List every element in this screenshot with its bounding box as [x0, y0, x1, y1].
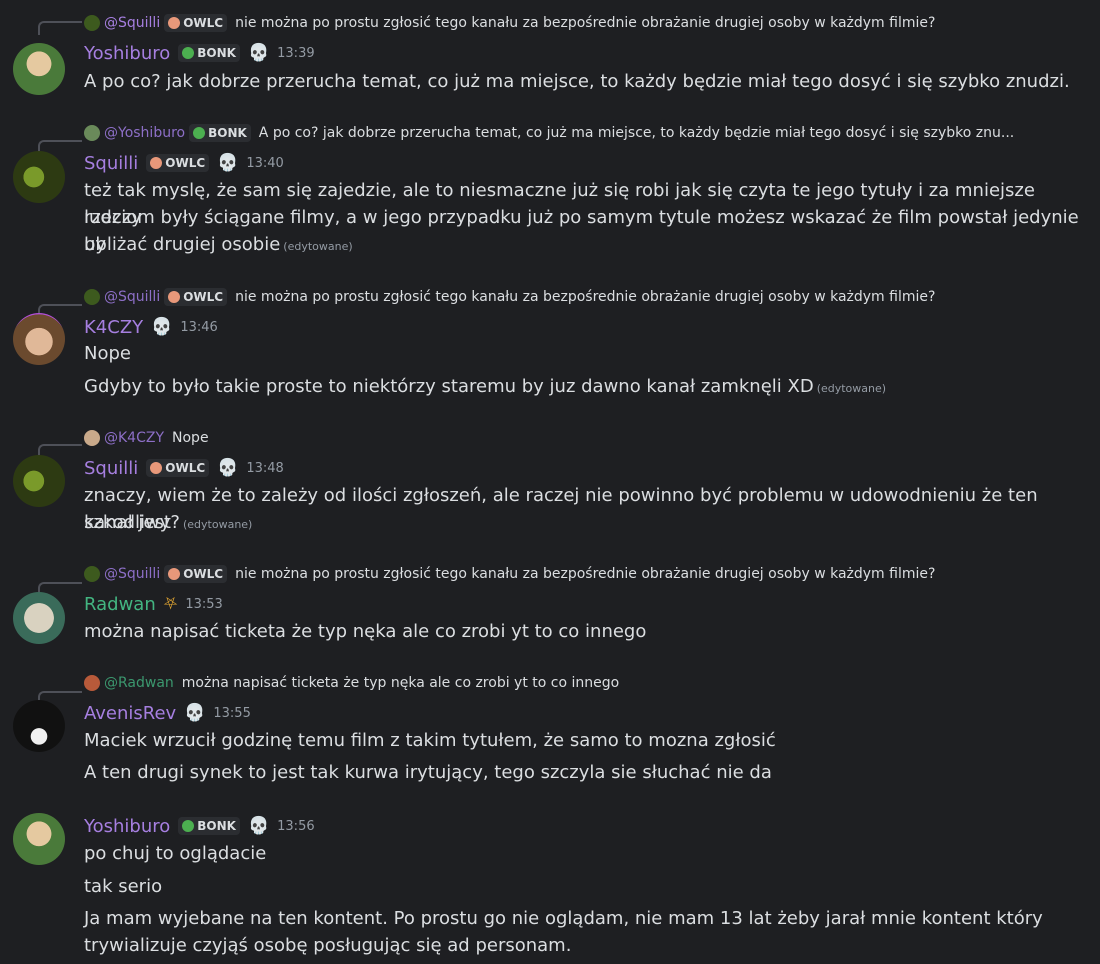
- avatar-mini-squilli: [84, 566, 100, 582]
- timestamp: 13:56: [277, 818, 315, 834]
- reply-author[interactable]: @Squilli: [104, 289, 160, 305]
- message-header: Radwan ⛧ 13:53: [84, 592, 223, 616]
- timestamp: 13:46: [180, 319, 218, 335]
- avatar-mini-squilli: [84, 289, 100, 305]
- reply-author[interactable]: @Yoshiburo: [104, 125, 185, 141]
- reply-text: nie można po prostu zgłosić tego kanału …: [235, 289, 936, 305]
- timestamp: 13:55: [213, 705, 251, 721]
- avatar[interactable]: [13, 151, 65, 203]
- message-text: można napisać ticketa że typ nęka ale co…: [84, 621, 647, 642]
- skull-icon: 💀: [247, 815, 270, 836]
- reply-spine: [38, 21, 82, 35]
- reply-preview[interactable]: @Squilli OWLC nie można po prostu zgłosi…: [84, 287, 935, 307]
- message-header: Yoshiburo BONK 💀 13:56: [84, 814, 315, 838]
- avatar-mini-radwan: [84, 675, 100, 691]
- clan-tag: BONK: [178, 44, 240, 62]
- timestamp: 13:53: [185, 596, 223, 612]
- skull-icon: 💀: [217, 457, 239, 478]
- clan-tag: OWLC: [164, 565, 228, 583]
- flame-icon: [150, 462, 163, 474]
- username[interactable]: Squilli: [84, 153, 138, 174]
- avatar[interactable]: [13, 455, 65, 507]
- message-text: A ten drugi synek to jest tak kurwa iryt…: [84, 762, 772, 783]
- reply-text: A po co? jak dobrze przerucha temat, co …: [258, 125, 1015, 141]
- message-header: K4CZY 💀 13:46: [84, 315, 218, 339]
- skull-icon: 💀: [217, 152, 239, 173]
- edited-label: (edytowane): [182, 518, 253, 531]
- message-text: A po co? jak dobrze przerucha temat, co …: [84, 71, 1070, 92]
- username[interactable]: Yoshiburo: [84, 816, 170, 837]
- reply-author[interactable]: @Radwan: [104, 675, 174, 691]
- message-header: Squilli OWLC 💀 13:48: [84, 456, 284, 480]
- clan-tag: BONK: [178, 817, 240, 835]
- avatar[interactable]: [13, 313, 65, 365]
- avatar[interactable]: [13, 592, 65, 644]
- message-text: Maciek wrzucił godzinę temu film z takim…: [84, 730, 776, 751]
- flame-icon: [168, 568, 181, 580]
- flame-icon: [150, 157, 163, 169]
- clan-tag: OWLC: [164, 14, 228, 32]
- flame-icon: [168, 17, 181, 29]
- clan-tag: OWLC: [164, 288, 228, 306]
- message-text: Nope: [84, 343, 131, 364]
- message-header: Yoshiburo BONK 💀 13:39: [84, 41, 315, 65]
- username[interactable]: Radwan: [84, 594, 156, 615]
- reply-text: Nope: [172, 430, 209, 446]
- skull-icon: 💀: [151, 316, 173, 337]
- username[interactable]: Yoshiburo: [84, 43, 170, 64]
- message-text: szkodliwy? (edytowane): [84, 512, 253, 533]
- username[interactable]: AvenisRev: [84, 703, 176, 724]
- timestamp: 13:48: [246, 460, 284, 476]
- avatar[interactable]: [13, 813, 65, 865]
- avatar[interactable]: [13, 43, 65, 95]
- skull-icon: 💀: [184, 702, 206, 723]
- message-text: trywializuje czyjąś osobę posługując się…: [84, 935, 572, 956]
- reply-preview[interactable]: @Squilli OWLC nie można po prostu zgłosi…: [84, 564, 935, 584]
- reply-author[interactable]: @Squilli: [104, 566, 160, 582]
- reply-preview[interactable]: @K4CZY Nope: [84, 428, 209, 448]
- skull-icon: 💀: [247, 42, 270, 63]
- reply-preview[interactable]: @Yoshiburo BONK A po co? jak dobrze prze…: [84, 123, 1014, 143]
- message-header: AvenisRev 💀 13:55: [84, 701, 251, 725]
- edited-label: (edytowane): [283, 240, 353, 253]
- clan-tag: BONK: [189, 124, 251, 142]
- reply-text: nie można po prostu zgłosić tego kanału …: [235, 15, 936, 31]
- timestamp: 13:39: [277, 45, 315, 61]
- avatar-mini-yoshiburo: [84, 125, 100, 141]
- message-text: Ja mam wyjebane na ten kontent. Po prost…: [84, 908, 1043, 929]
- message-text: po chuj to oglądacie: [84, 843, 267, 864]
- avatar-mini-k4czy: [84, 430, 100, 446]
- reply-author[interactable]: @K4CZY: [104, 430, 164, 446]
- pentagram-icon: ⛧: [163, 593, 178, 614]
- flame-icon: [168, 291, 181, 303]
- frog-icon: [182, 820, 195, 832]
- frog-icon: [193, 127, 206, 139]
- message-text: Gdyby to było takie proste to niektórzy …: [84, 376, 887, 397]
- message-text: tak serio: [84, 876, 163, 897]
- reply-preview[interactable]: @Radwan można napisać ticketa że typ nęk…: [84, 673, 619, 693]
- clan-tag: OWLC: [146, 154, 210, 172]
- username[interactable]: Squilli: [84, 458, 138, 479]
- reply-text: można napisać ticketa że typ nęka ale co…: [181, 675, 620, 691]
- avatar-mini-squilli: [84, 15, 100, 31]
- edited-label: (edytowane): [816, 382, 887, 395]
- message-header: Squilli OWLC 💀 13:40: [84, 151, 284, 175]
- message-text: ubliżać drugiej osobie (edytowane): [84, 234, 353, 255]
- frog-icon: [182, 47, 195, 59]
- timestamp: 13:40: [246, 155, 284, 171]
- reply-preview[interactable]: @Squilli OWLC nie można po prostu zgłosi…: [84, 13, 935, 33]
- reply-text: nie można po prostu zgłosić tego kanału …: [235, 566, 936, 582]
- reply-author[interactable]: @Squilli: [104, 15, 160, 31]
- avatar[interactable]: [13, 700, 65, 752]
- clan-tag: OWLC: [146, 459, 210, 477]
- username[interactable]: K4CZY: [84, 317, 143, 338]
